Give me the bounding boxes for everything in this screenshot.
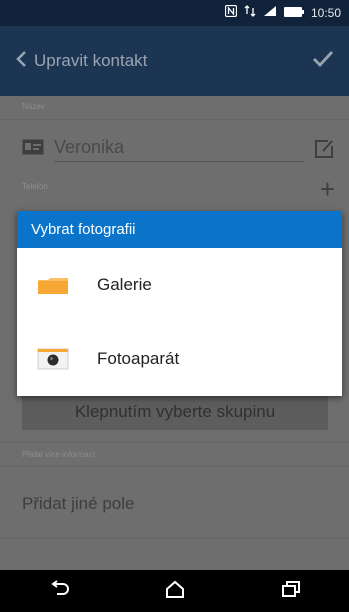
phone-label: Telefon [22,182,48,191]
camera-icon [37,347,69,371]
name-field-row[interactable]: Veronika [22,132,334,166]
edit-icon[interactable] [313,138,335,165]
dialog-title: Vybrat fotografii [17,211,342,248]
nfc-icon [224,4,238,22]
recent-apps-icon[interactable] [281,580,301,603]
camera-option[interactable]: Fotoaparát [17,322,342,396]
back-icon[interactable] [48,579,70,603]
divider [0,466,349,467]
checkmark-icon[interactable] [311,49,335,74]
name-label: Název [22,102,45,111]
back-chevron-icon[interactable] [14,50,28,73]
divider [0,442,349,443]
contact-card-icon [22,139,44,160]
sync-icon [244,4,256,22]
divider [0,119,349,120]
add-phone-button[interactable]: + [320,176,335,202]
name-input[interactable]: Veronika [54,137,304,162]
gallery-folder-icon [37,273,69,297]
navigation-bar [0,570,349,612]
signal-icon [263,4,277,22]
status-bar: 10:50 [0,0,349,26]
home-icon[interactable] [165,580,185,603]
gallery-option-label: Galerie [97,275,152,294]
gallery-option[interactable]: Galerie [17,248,342,322]
add-other-field-button[interactable]: Přidat jiné pole [22,494,134,514]
choose-photo-dialog: Vybrat fotografii Galerie Fotoaparát [17,211,342,396]
camera-option-label: Fotoaparát [97,349,180,368]
page-title: Upravit kontakt [34,51,148,70]
more-info-label: Přidat více informací [22,450,95,459]
divider [0,538,349,539]
battery-icon [283,4,304,22]
status-time: 10:50 [310,6,341,20]
select-group-button[interactable]: Klepnutím vyberte skupinu [22,394,328,430]
action-bar: Upravit kontakt [0,26,349,96]
